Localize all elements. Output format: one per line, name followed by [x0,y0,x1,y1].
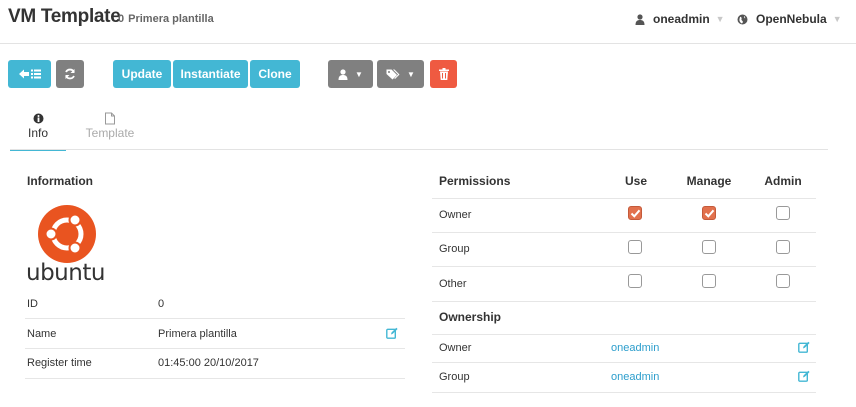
other-manage-checkbox[interactable] [702,274,716,288]
template-id: 0 [118,13,125,25]
delete-button[interactable] [430,60,457,88]
perm-group-label: Group [439,243,470,255]
tags-icon [386,69,400,79]
back-to-list-button[interactable] [8,60,51,88]
tab-info[interactable]: Info [10,110,66,151]
owner-admin-checkbox[interactable] [776,206,790,220]
tab-template-label: Template [85,126,135,140]
file-icon [105,112,115,125]
ownership-owner-link[interactable]: oneadmin [611,342,659,354]
permissions-col-manage: Manage [686,174,732,188]
info-name-label: Name [27,328,57,340]
zone-menu[interactable]: OpenNebula ▼ [737,12,842,26]
group-use-checkbox[interactable] [628,240,642,254]
ownership-group-link[interactable]: oneadmin [611,371,659,383]
perm-other-label: Other [439,278,467,290]
info-id-label: ID [27,298,38,310]
permissions-title: Permissions [439,174,511,188]
row-divider [432,266,816,267]
edit-owner-icon[interactable] [798,341,810,353]
group-manage-checkbox[interactable] [702,240,716,254]
tab-info-label: Info [27,126,48,140]
row-divider [25,318,405,319]
zone-menu-label: OpenNebula [756,12,827,26]
trash-icon [438,68,449,80]
group-admin-checkbox[interactable] [776,240,790,254]
perm-owner-label: Owner [439,209,472,221]
row-divider [25,378,405,379]
page-subtitle: 0 Primera plantilla [118,13,214,25]
refresh-button[interactable] [56,60,84,88]
permissions-col-use: Use [624,174,647,188]
information-title: Information [27,174,93,188]
instantiate-button[interactable]: Instantiate [173,60,248,88]
caret-down-icon: ▼ [355,69,363,79]
row-divider [432,334,816,335]
caret-down-icon: ▼ [407,69,415,79]
ownership-title: Ownership [439,310,502,324]
check-icon [704,209,715,218]
info-register-time-value: 01:45:00 20/10/2017 [158,357,259,369]
ubuntu-logo [38,205,96,263]
ownership-owner-label: Owner [439,342,472,354]
user-icon [338,68,348,80]
chevron-down-icon: ▼ [832,14,842,24]
info-name-value: Primera plantilla [158,328,237,340]
page-title: VM Template [8,6,121,27]
tab-template[interactable]: Template [80,110,140,150]
row-divider [432,232,816,233]
template-name: Primera plantilla [128,13,214,25]
row-divider [25,348,405,349]
chevron-down-icon: ▼ [715,14,725,24]
owner-manage-checkbox[interactable] [702,206,716,220]
user-menu-label: oneadmin [653,12,710,26]
row-divider [432,301,816,302]
refresh-icon [65,68,75,80]
ubuntu-logo-text: ubuntu [26,260,105,286]
row-divider [432,198,816,199]
permissions-col-admin: Admin [764,174,802,188]
top-bar: VM Template 0 Primera plantilla oneadmin … [0,0,856,44]
other-use-checkbox[interactable] [628,274,642,288]
owner-use-checkbox[interactable] [628,206,642,220]
update-button[interactable]: Update [113,60,171,88]
change-owner-dropdown[interactable]: ▼ [328,60,373,88]
edit-group-icon[interactable] [798,370,810,382]
info-register-time-label: Register time [27,357,92,369]
user-icon [635,13,645,25]
clone-button[interactable]: Clone [250,60,300,88]
info-id-value: 0 [158,298,165,310]
globe-icon [737,14,748,24]
user-menu[interactable]: oneadmin ▼ [635,12,725,26]
info-circle-icon [33,113,43,124]
labels-dropdown[interactable]: ▼ [377,60,424,88]
ownership-group-label: Group [439,371,470,383]
row-divider [432,362,816,363]
arrow-left-list-icon [18,69,41,79]
tab-divider [10,149,828,150]
other-admin-checkbox[interactable] [776,274,790,288]
edit-name-icon[interactable] [386,327,398,339]
row-divider [432,392,816,393]
check-icon [630,209,641,218]
